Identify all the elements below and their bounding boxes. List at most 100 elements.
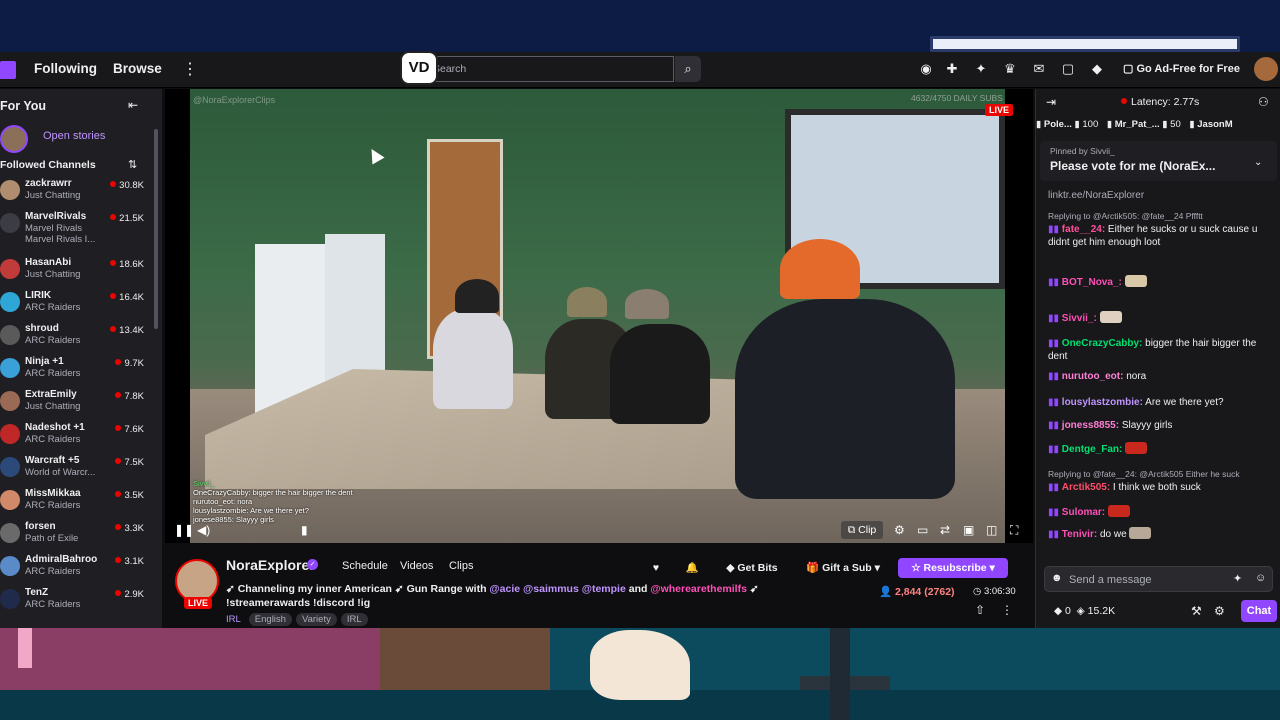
- video-player[interactable]: @NoraExplorerClips 4632/4750 DAILY SUBS …: [165, 89, 1033, 543]
- more-options-icon[interactable]: ⋮: [1001, 603, 1013, 617]
- chat-username[interactable]: Sivvii_:: [1062, 313, 1097, 324]
- volume-icon[interactable]: ◀): [197, 523, 210, 537]
- sidebar-channel-item[interactable]: HasanAbi Just Chatting 18.6K: [0, 256, 150, 289]
- title-mention[interactable]: @tempie: [582, 583, 626, 595]
- chat-emote-icon[interactable]: [1125, 442, 1148, 454]
- settings-gear-icon[interactable]: ⚙: [894, 523, 905, 537]
- pinned-message[interactable]: Pinned by Sivvii_ Please vote for me (No…: [1040, 141, 1277, 181]
- chat-username[interactable]: Sulomar:: [1062, 507, 1105, 518]
- theatre-mode-icon[interactable]: ▭: [917, 523, 928, 537]
- chat-emote-icon[interactable]: [1124, 275, 1147, 287]
- fullscreen-icon[interactable]: ⛶: [1010, 523, 1018, 538]
- tab-schedule[interactable]: Schedule: [342, 560, 388, 572]
- chat-username[interactable]: OneCrazyCabby:: [1062, 338, 1143, 349]
- resubscribe-button[interactable]: ☆ Resubscribe ▾: [898, 558, 1008, 578]
- whispers-icon[interactable]: ▢: [1060, 61, 1076, 77]
- notification-bell-icon[interactable]: 🔔: [681, 558, 703, 578]
- chat-username[interactable]: Tenivir:: [1062, 529, 1097, 540]
- user-avatar[interactable]: [1254, 57, 1278, 81]
- sidebar-channel-item[interactable]: Warcraft +5 World of Warcr... 7.5K: [0, 454, 150, 487]
- sidebar-channel-item[interactable]: forsen Path of Exile 3.3K: [0, 520, 150, 553]
- chat-badges-icon[interactable]: ▮▮: [1048, 482, 1062, 493]
- extension-icon[interactable]: ✚: [944, 61, 960, 77]
- chat-send-button[interactable]: Chat: [1241, 600, 1277, 622]
- gifter-entry[interactable]: ▮ Mr_Pat_... ▮ 50: [1107, 119, 1187, 130]
- crown-icon[interactable]: ♛: [1002, 61, 1018, 77]
- chat-username[interactable]: fate__24:: [1062, 224, 1105, 235]
- tag[interactable]: Variety: [295, 613, 337, 626]
- title-mention[interactable]: @acie: [489, 583, 520, 595]
- tab-clips[interactable]: Clips: [449, 560, 473, 572]
- tab-videos[interactable]: Videos: [400, 560, 433, 572]
- sidebar-channel-item[interactable]: LIRIK ARC Raiders 16.4K: [0, 289, 150, 322]
- tag[interactable]: IRL: [340, 613, 368, 626]
- share-icon[interactable]: ⇧: [975, 603, 985, 617]
- pause-icon[interactable]: ❚❚: [174, 523, 194, 537]
- users-icon[interactable]: ⚇: [1258, 95, 1269, 109]
- chat-username[interactable]: nurutoo_eot:: [1062, 371, 1124, 382]
- chat-emote-icon[interactable]: [1099, 311, 1122, 323]
- chat-reply-context[interactable]: Replying to @fate__24: @Arctik505 Either…: [1048, 468, 1276, 481]
- title-mention[interactable]: @saimmus: [523, 583, 579, 595]
- open-stories-link[interactable]: Open stories: [43, 130, 105, 142]
- chat-badges-icon[interactable]: ▮▮: [1048, 507, 1062, 518]
- chat-username[interactable]: Arctik505:: [1062, 482, 1110, 493]
- chat-username[interactable]: lousylastzombie:: [1062, 397, 1143, 408]
- emote-picker-icon[interactable]: ☺: [1255, 572, 1266, 584]
- inbox-icon[interactable]: ✉: [1031, 61, 1047, 77]
- gifter-entry[interactable]: ▮ Pole... ▮ 100: [1036, 119, 1104, 130]
- chat-reply-context[interactable]: Replying to @Arctik505: @fate__24 Pffftt: [1048, 210, 1276, 223]
- chat-emote-icon[interactable]: [1107, 505, 1130, 517]
- chat-emote-icon[interactable]: [1129, 527, 1152, 539]
- miniplayer-icon[interactable]: ▣: [963, 523, 974, 537]
- chat-badges-icon[interactable]: ▮▮: [1048, 529, 1062, 540]
- more-menu-icon[interactable]: ⋮: [182, 59, 198, 79]
- bits-cheer-icon[interactable]: ✦: [1233, 572, 1242, 585]
- gifter-entry[interactable]: ▮ JasonM: [1189, 119, 1232, 130]
- chat-badges-icon[interactable]: ▮▮: [1048, 371, 1062, 382]
- chevron-down-icon[interactable]: ⌄: [1254, 157, 1262, 168]
- sidebar-scrollbar[interactable]: [154, 129, 158, 329]
- tag[interactable]: English: [248, 613, 292, 626]
- title-mention[interactable]: @wherearethemilfs: [650, 583, 747, 595]
- chat-badges-icon[interactable]: ▮▮: [1048, 420, 1062, 431]
- gift-sub-button[interactable]: 🎁 Gift a Sub ▾: [799, 558, 887, 578]
- sidebar-channel-item[interactable]: MarvelRivals Marvel Rivals Marvel Rivals I…: [0, 210, 150, 256]
- tag[interactable]: IRL: [226, 613, 245, 626]
- chat-username[interactable]: Dentge_Fan:: [1062, 444, 1123, 455]
- get-bits-button[interactable]: ◆ Get Bits: [717, 558, 787, 578]
- sidebar-channel-item[interactable]: ExtraEmily Just Chatting 7.8K: [0, 388, 150, 421]
- sidebar-channel-item[interactable]: Nadeshot +1 ARC Raiders 7.6K: [0, 421, 150, 454]
- chat-badges-icon[interactable]: ▮▮: [1048, 277, 1062, 288]
- chat-settings-icon[interactable]: ⚙: [1214, 604, 1225, 618]
- twitch-logo-icon[interactable]: [0, 61, 16, 79]
- sort-icon[interactable]: ⇅: [128, 158, 137, 171]
- channel-points[interactable]: ◆ 0 ◈ 15.2K: [1054, 605, 1115, 617]
- sidebar-channel-item[interactable]: AdmiralBahroo ARC Raiders 3.1K: [0, 553, 150, 586]
- mod-tools-icon[interactable]: ⚒: [1191, 604, 1202, 618]
- chat-badges-icon[interactable]: ▮▮: [1048, 224, 1062, 235]
- clip-button[interactable]: ⧉ Clip: [841, 521, 883, 539]
- streamer-name[interactable]: NoraExplorer: [226, 557, 315, 573]
- sidebar-channel-item[interactable]: TenZ ARC Raiders 2.9K: [0, 586, 150, 619]
- get-bits-icon[interactable]: ◆: [1089, 61, 1105, 77]
- chat-identity-icon[interactable]: ☻: [1051, 572, 1063, 584]
- chat-username[interactable]: joness8855:: [1062, 420, 1119, 431]
- volume-slider-handle[interactable]: ▮: [301, 523, 308, 537]
- sidebar-channel-item[interactable]: shroud ARC Raiders 13.4K: [0, 322, 150, 355]
- sidebar-channel-item[interactable]: zackrawrr Just Chatting 30.8K: [0, 177, 150, 210]
- sidebar-channel-item[interactable]: MissMikkaa ARC Raiders 3.5K: [0, 487, 150, 520]
- collapse-chat-icon[interactable]: ⇥: [1046, 95, 1056, 109]
- go-ad-free-button[interactable]: ▢ Go Ad-Free for Free: [1123, 62, 1240, 75]
- chat-badges-icon[interactable]: ▮▮: [1048, 397, 1062, 408]
- prime-loot-icon[interactable]: ◉: [918, 61, 934, 77]
- search-input[interactable]: [433, 60, 663, 78]
- nav-following[interactable]: Following: [34, 61, 97, 76]
- chat-badges-icon[interactable]: ▮▮: [1048, 313, 1062, 324]
- collapse-sidebar-icon[interactable]: ⇤: [128, 98, 138, 112]
- bits-icon[interactable]: ✦: [973, 61, 989, 77]
- sync-icon[interactable]: ⇄: [940, 523, 950, 537]
- nav-browse[interactable]: Browse: [113, 61, 162, 76]
- follow-heart-icon[interactable]: ♥: [645, 558, 667, 578]
- chat-username[interactable]: BOT_Nova_:: [1062, 277, 1122, 288]
